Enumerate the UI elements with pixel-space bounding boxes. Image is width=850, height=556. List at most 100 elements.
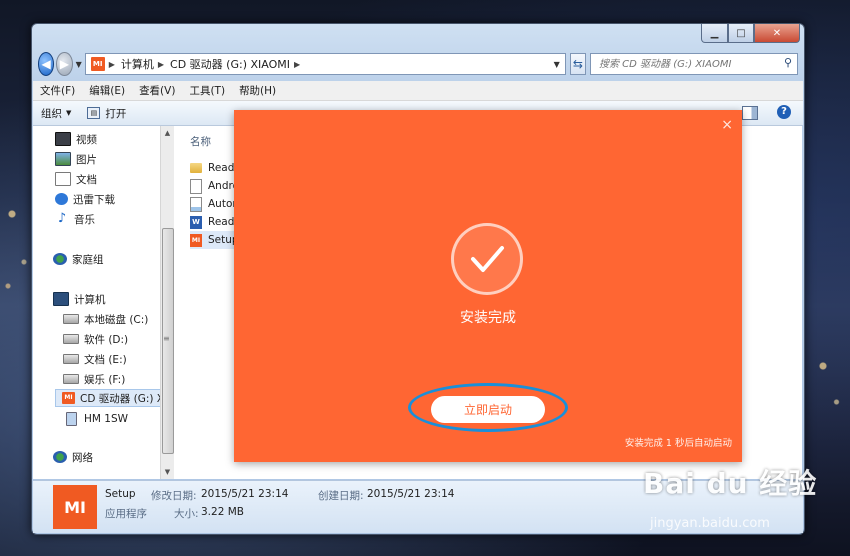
nav-item-cd-drive-g[interactable]: MI CD 驱动器 (G:) X (55, 389, 161, 407)
list-item[interactable]: Read (190, 159, 234, 177)
minimize-button[interactable]: ▁ (701, 24, 728, 43)
music-note-icon: ♪ (57, 211, 67, 226)
chevron-right-icon[interactable]: ▶ (294, 60, 300, 69)
hard-disk-icon (63, 314, 79, 324)
organize-button[interactable]: 组织 ▼ (33, 106, 79, 121)
nav-scrollbar[interactable]: ▲ ≡ ▼ (160, 126, 174, 479)
nav-item-drive-f[interactable]: 娱乐 (F:) (63, 370, 125, 388)
watermark-brand: Bai du 经验 (643, 467, 818, 500)
watermark-url: jingyan.baidu.com (650, 516, 770, 531)
refresh-icon: ⇆ (572, 57, 583, 71)
xiaomi-app-icon: MI (53, 485, 97, 529)
download-icon (55, 193, 68, 205)
details-modified-label: 修改日期: (151, 490, 197, 502)
details-size-label: 大小: (174, 508, 199, 520)
open-label: 打开 (105, 107, 127, 120)
menu-file[interactable]: 文件(F) (33, 83, 82, 98)
baidu-jingyan-watermark: Bai du 经验 (643, 462, 817, 502)
chevron-down-icon: ▼ (66, 109, 72, 117)
arrow-right-icon: ▶ (59, 57, 70, 71)
xiaomi-drive-icon: MI (90, 57, 105, 71)
nav-item-documents[interactable]: 文档 (55, 170, 97, 188)
checkmark-icon (451, 223, 523, 295)
address-dropdown-icon[interactable]: ▼ (554, 60, 560, 69)
nav-item-homegroup[interactable]: 家庭组 (53, 250, 104, 268)
search-icon[interactable]: ⚲ (784, 56, 792, 69)
search-input[interactable] (597, 57, 771, 71)
scroll-up-icon[interactable]: ▲ (161, 126, 174, 140)
search-box[interactable]: ⚲ (590, 53, 798, 75)
nav-item-drive-d[interactable]: 软件 (D:) (63, 330, 128, 348)
breadcrumb-computer[interactable]: 计算机 (121, 56, 154, 72)
close-icon[interactable]: × (721, 117, 733, 133)
nav-label: 娱乐 (F:) (84, 373, 126, 386)
back-button[interactable]: ◀ (38, 52, 55, 76)
nav-item-network[interactable]: 网络 (53, 448, 93, 466)
nav-label: 视频 (76, 133, 97, 146)
nav-label: HM 1SW (84, 413, 129, 425)
menu-help[interactable]: 帮助(H) (232, 83, 283, 98)
menu-tools[interactable]: 工具(T) (182, 83, 232, 98)
window-controls: ▁ □ ✕ (701, 24, 800, 43)
nav-item-videos[interactable]: 视频 (55, 130, 97, 148)
breadcrumb-cd-drive[interactable]: CD 驱动器 (G:) XIAOMI (170, 56, 290, 72)
refresh-button[interactable]: ⇆ (569, 53, 586, 75)
nav-label: 计算机 (74, 293, 106, 306)
open-icon: ▤ (87, 107, 101, 119)
file-name: Autor (208, 198, 237, 210)
picture-library-icon (55, 152, 71, 166)
preview-pane-icon[interactable] (742, 106, 758, 120)
list-item[interactable]: W Read (190, 213, 234, 231)
nav-label: 文档 (E:) (84, 353, 127, 366)
column-header-name[interactable]: 名称 (190, 134, 211, 149)
nav-item-thunder-downloads[interactable]: 迅雷下载 (55, 190, 115, 208)
hard-disk-icon (63, 354, 79, 364)
nav-label: 软件 (D:) (84, 333, 129, 346)
installer-dialog: × 安装完成 立即启动 安装完成 1 秒后自动启动 (234, 110, 742, 462)
hard-disk-icon (63, 334, 79, 344)
maximize-button[interactable]: □ (728, 24, 754, 43)
grip-icon: ≡ (163, 334, 170, 343)
recent-pages-dropdown[interactable]: ▼ (76, 60, 82, 69)
install-complete-title: 安装完成 (460, 310, 516, 326)
nav-label: 图片 (76, 153, 97, 166)
chevron-right-icon[interactable]: ▶ (109, 60, 115, 69)
background-city-lights-right (805, 330, 850, 450)
launch-now-button[interactable]: 立即启动 (431, 396, 545, 423)
network-icon (53, 451, 67, 463)
scroll-down-icon[interactable]: ▼ (161, 465, 174, 479)
nav-item-hm-1sw[interactable]: HM 1SW (63, 410, 128, 428)
computer-icon (53, 292, 69, 306)
nav-label: 音乐 (74, 213, 95, 226)
nav-item-pictures[interactable]: 图片 (55, 150, 97, 168)
menu-view[interactable]: 查看(V) (132, 83, 182, 98)
details-modified-value: 2015/5/21 23:14 (201, 488, 289, 500)
list-item[interactable]: Autor (190, 195, 237, 213)
nav-item-drive-c[interactable]: 本地磁盘 (C:) (63, 310, 148, 328)
xiaomi-drive-icon: MI (62, 392, 75, 404)
close-button[interactable]: ✕ (754, 24, 800, 43)
open-button[interactable]: ▤ 打开 (79, 106, 134, 121)
nav-item-drive-e[interactable]: 文档 (E:) (63, 350, 127, 368)
word-document-icon: W (190, 215, 202, 229)
forward-button[interactable]: ▶ (56, 52, 73, 76)
video-library-icon (55, 132, 71, 146)
chevron-right-icon[interactable]: ▶ (158, 60, 164, 69)
folder-icon (190, 163, 202, 173)
hard-disk-icon (63, 374, 79, 384)
nav-item-computer[interactable]: 计算机 (53, 290, 106, 308)
file-name: Read (208, 162, 235, 174)
nav-label: CD 驱动器 (G:) X (80, 392, 161, 405)
details-file-name: Setup (105, 488, 136, 500)
nav-item-music[interactable]: ♪ 音乐 (55, 210, 95, 228)
nav-label: 网络 (72, 451, 93, 464)
homegroup-icon (53, 253, 67, 265)
list-item-selected[interactable]: MI Setup (190, 231, 239, 249)
navigation-pane: 视频 图片 文档 迅雷下载 ♪ 音乐 家庭组 计算机 本地磁盘 (C:) 软件 (… (33, 126, 161, 479)
menu-edit[interactable]: 编辑(E) (82, 83, 132, 98)
list-item[interactable]: Andro (190, 177, 239, 195)
help-icon[interactable]: ? (777, 105, 791, 119)
details-created-label: 创建日期: (318, 490, 364, 502)
address-bar[interactable]: MI ▶ 计算机 ▶ CD 驱动器 (G:) XIAOMI ▶ ▼ (84, 53, 566, 75)
arrow-left-icon: ◀ (41, 57, 51, 71)
